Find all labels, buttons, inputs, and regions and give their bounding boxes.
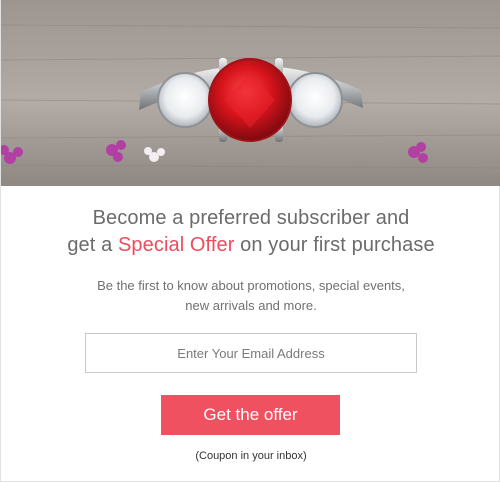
coupon-note: (Coupon in your inbox) [195, 450, 307, 462]
ring-image [1, 0, 500, 186]
headline-prefix: get a [67, 234, 118, 256]
subtext-line-2: new arrivals and more. [185, 298, 317, 313]
headline-suffix: on your first purchase [234, 234, 435, 256]
headline-line-2: get a Special Offer on your first purcha… [1, 234, 500, 257]
subscribe-popup: Become a preferred subscriber and get a … [0, 0, 500, 482]
subtext-line-1: Be the first to know about promotions, s… [97, 278, 405, 293]
get-offer-button[interactable]: Get the offer [161, 395, 340, 435]
headline-line-1: Become a preferred subscriber and [92, 207, 410, 229]
email-input[interactable] [85, 333, 417, 373]
hero-image [1, 0, 500, 186]
special-offer-highlight: Special Offer [117, 234, 235, 256]
